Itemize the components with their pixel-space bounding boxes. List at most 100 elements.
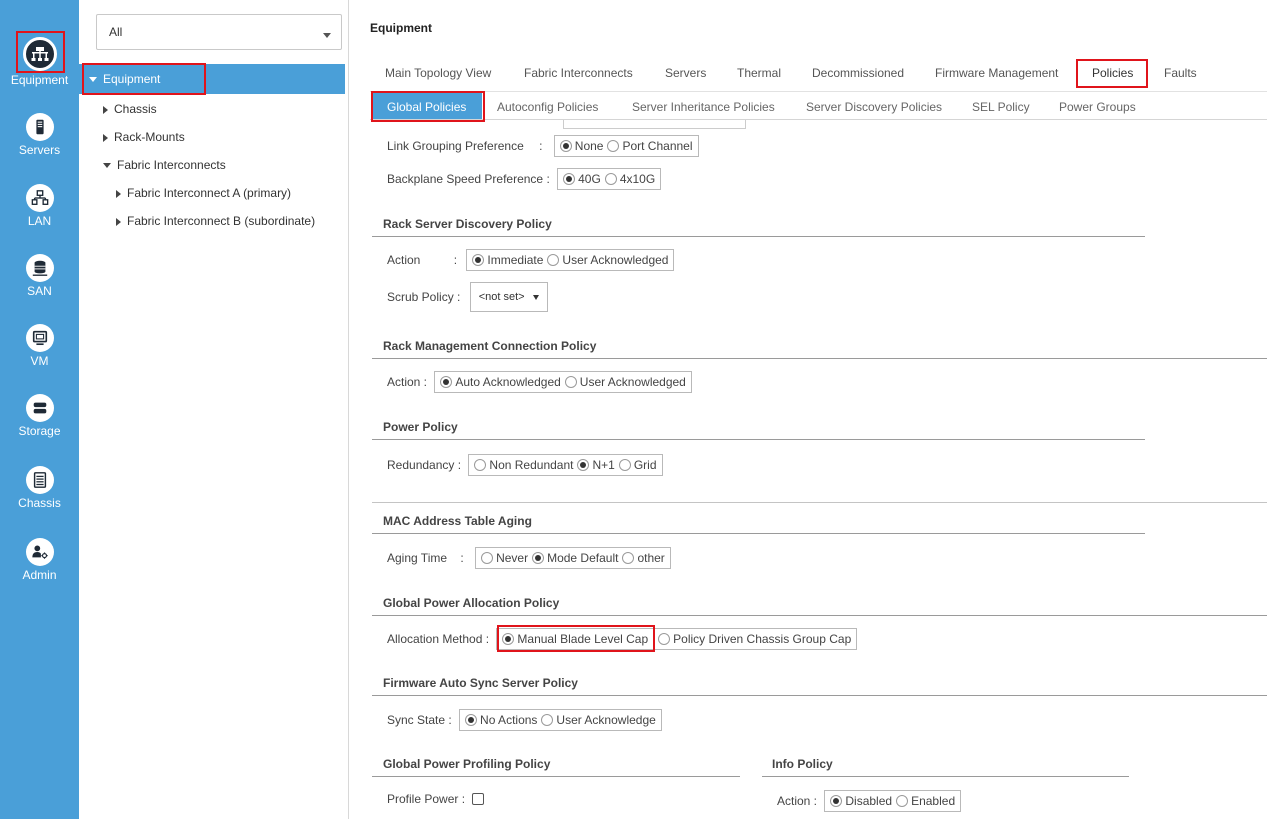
subtabs-divider [370, 119, 1267, 120]
rack-discovery-option-immediate[interactable]: Immediate [472, 253, 543, 267]
option-label: Immediate [487, 253, 544, 267]
power-option-n-plus-1[interactable]: N+1 [577, 458, 615, 472]
san-icon [25, 254, 54, 282]
tab-thermal[interactable]: Thermal [737, 66, 781, 80]
rack-mgmt-option-user-acknowledged[interactable]: User Acknowledged [564, 375, 686, 389]
power-redundancy-radio-group: Non Redundant N+1 Grid [468, 454, 663, 476]
tree-item-fabric-interconnects[interactable]: Fabric Interconnects [103, 158, 226, 172]
tree-item-label: Equipment [103, 72, 161, 86]
option-label: Auto Acknowledged [455, 375, 561, 389]
backplane-speed-option-4x10g[interactable]: 4x10G [604, 172, 656, 186]
tree-item-fabric-interconnect-a[interactable]: Fabric Interconnect A (primary) [116, 186, 291, 200]
rail-item-vm[interactable]: VM [0, 324, 79, 368]
power-alloc-title: Global Power Allocation Policy [383, 596, 560, 610]
label-separator: : [539, 139, 543, 153]
option-label: Grid [633, 458, 657, 472]
link-grouping-radio-group: None Port Channel [553, 135, 699, 157]
radio-selected-icon [563, 173, 576, 185]
section-divider [762, 776, 1129, 777]
backplane-speed-option-40g[interactable]: 40G [563, 172, 601, 186]
tab-main-topology-view[interactable]: Main Topology View [385, 66, 491, 80]
rail-item-label: Chassis [18, 496, 61, 510]
admin-icon [25, 538, 54, 566]
option-label: 4x10G [619, 172, 656, 186]
power-option-non-redundant[interactable]: Non Redundant [474, 458, 573, 472]
tab-faults[interactable]: Faults [1164, 66, 1197, 80]
fw-sync-option-no-actions[interactable]: No Actions [465, 713, 537, 727]
rail-item-label: VM [30, 354, 49, 368]
mac-aging-row: Aging Time : Never Mode Default other [387, 547, 671, 569]
tree-item-rack-mounts[interactable]: Rack-Mounts [103, 130, 185, 144]
rail-item-storage[interactable]: Storage [0, 394, 79, 438]
tab-servers[interactable]: Servers [665, 66, 706, 80]
tab-policies[interactable]: Policies [1092, 66, 1133, 80]
rack-mgmt-option-auto-acknowledged[interactable]: Auto Acknowledged [440, 375, 561, 389]
info-action-label: Action : [777, 794, 818, 808]
mac-aging-option-never[interactable]: Never [481, 551, 528, 565]
tree-item-fabric-interconnect-b[interactable]: Fabric Interconnect B (subordinate) [116, 214, 315, 228]
subtab-server-inheritance-policies[interactable]: Server Inheritance Policies [632, 100, 775, 114]
scrub-policy-label: Scrub Policy : [387, 290, 461, 304]
power-option-grid[interactable]: Grid [618, 458, 657, 472]
mac-aging-label: Aging Time [387, 551, 448, 565]
mac-aging-option-other[interactable]: other [622, 551, 665, 565]
tab-decommissioned[interactable]: Decommissioned [812, 66, 904, 80]
tree-filter-dropdown[interactable]: All [96, 14, 342, 50]
tree-item-equipment[interactable]: Equipment [79, 64, 345, 94]
scrolled-field-remnant [563, 120, 746, 129]
option-label: Policy Driven Chassis Group Cap [673, 632, 852, 646]
option-label: None [574, 139, 604, 153]
rack-mgmt-action-label: Action : [387, 375, 428, 389]
rail-item-label: Admin [22, 568, 57, 582]
radio-selected-icon [559, 140, 572, 152]
subtab-sel-policy[interactable]: SEL Policy [972, 100, 1030, 114]
scrub-policy-value: <not set> [478, 291, 525, 303]
radio-selected-icon [502, 633, 515, 645]
tab-firmware-management[interactable]: Firmware Management [935, 66, 1058, 80]
link-grouping-option-none[interactable]: None [559, 139, 604, 153]
fw-sync-option-user-acknowledge[interactable]: User Acknowledge [541, 713, 656, 727]
rail-item-san[interactable]: SAN [0, 254, 79, 298]
lan-icon [25, 184, 54, 212]
rail-item-label: Equipment [10, 73, 69, 87]
rail-item-admin[interactable]: Admin [0, 538, 79, 582]
rail-item-equipment[interactable]: Equipment [0, 37, 79, 87]
rack-mgmt-radio-group: Auto Acknowledged User Acknowledged [434, 371, 692, 393]
power-profiling-row: Profile Power : [387, 791, 485, 806]
option-label: User Acknowledged [562, 253, 669, 267]
profile-power-checkbox[interactable] [472, 792, 485, 805]
rail-item-label: Servers [18, 143, 61, 157]
info-option-enabled[interactable]: Enabled [896, 794, 955, 808]
section-divider [372, 502, 1267, 503]
tab-fabric-interconnects[interactable]: Fabric Interconnects [524, 66, 633, 80]
rail-item-servers[interactable]: Servers [0, 113, 79, 157]
fw-sync-label: Sync State : [387, 713, 452, 727]
subtab-server-discovery-policies[interactable]: Server Discovery Policies [806, 100, 942, 114]
radio-icon [604, 173, 617, 185]
collapse-arrow-icon [116, 189, 121, 198]
fw-sync-title: Firmware Auto Sync Server Policy [383, 676, 578, 690]
subtab-global-policies[interactable]: Global Policies [373, 93, 482, 119]
rack-discovery-option-user-acknowledged[interactable]: User Acknowledged [547, 253, 668, 267]
tree-item-chassis[interactable]: Chassis [103, 102, 157, 116]
power-alloc-option-manual-blade[interactable]: Manual Blade Level Cap [502, 632, 648, 646]
link-grouping-option-port-channel[interactable]: Port Channel [607, 139, 693, 153]
rack-discovery-action-label: Action [387, 253, 421, 267]
option-label: N+1 [592, 458, 615, 472]
option-label: User Acknowledge [556, 713, 656, 727]
chevron-down-icon [323, 33, 331, 38]
mac-aging-option-mode-default[interactable]: Mode Default [532, 551, 618, 565]
subtab-power-groups[interactable]: Power Groups [1059, 100, 1136, 114]
info-option-disabled[interactable]: Disabled [830, 794, 892, 808]
rail-item-chassis[interactable]: Chassis [0, 466, 79, 510]
tree-item-label: Fabric Interconnects [117, 158, 226, 172]
rack-discovery-radio-group: Immediate User Acknowledged [466, 249, 675, 271]
subtab-autoconfig-policies[interactable]: Autoconfig Policies [497, 100, 598, 114]
section-divider [372, 615, 1267, 616]
scrub-policy-select[interactable]: <not set> [469, 282, 548, 312]
power-alloc-option-policy-driven[interactable]: Policy Driven Chassis Group Cap [658, 632, 851, 646]
rail-item-lan[interactable]: LAN [0, 184, 79, 228]
scrub-policy-row: Scrub Policy : <not set> [387, 282, 548, 312]
rail-item-label: Storage [18, 424, 61, 438]
label-separator: : [453, 253, 458, 267]
